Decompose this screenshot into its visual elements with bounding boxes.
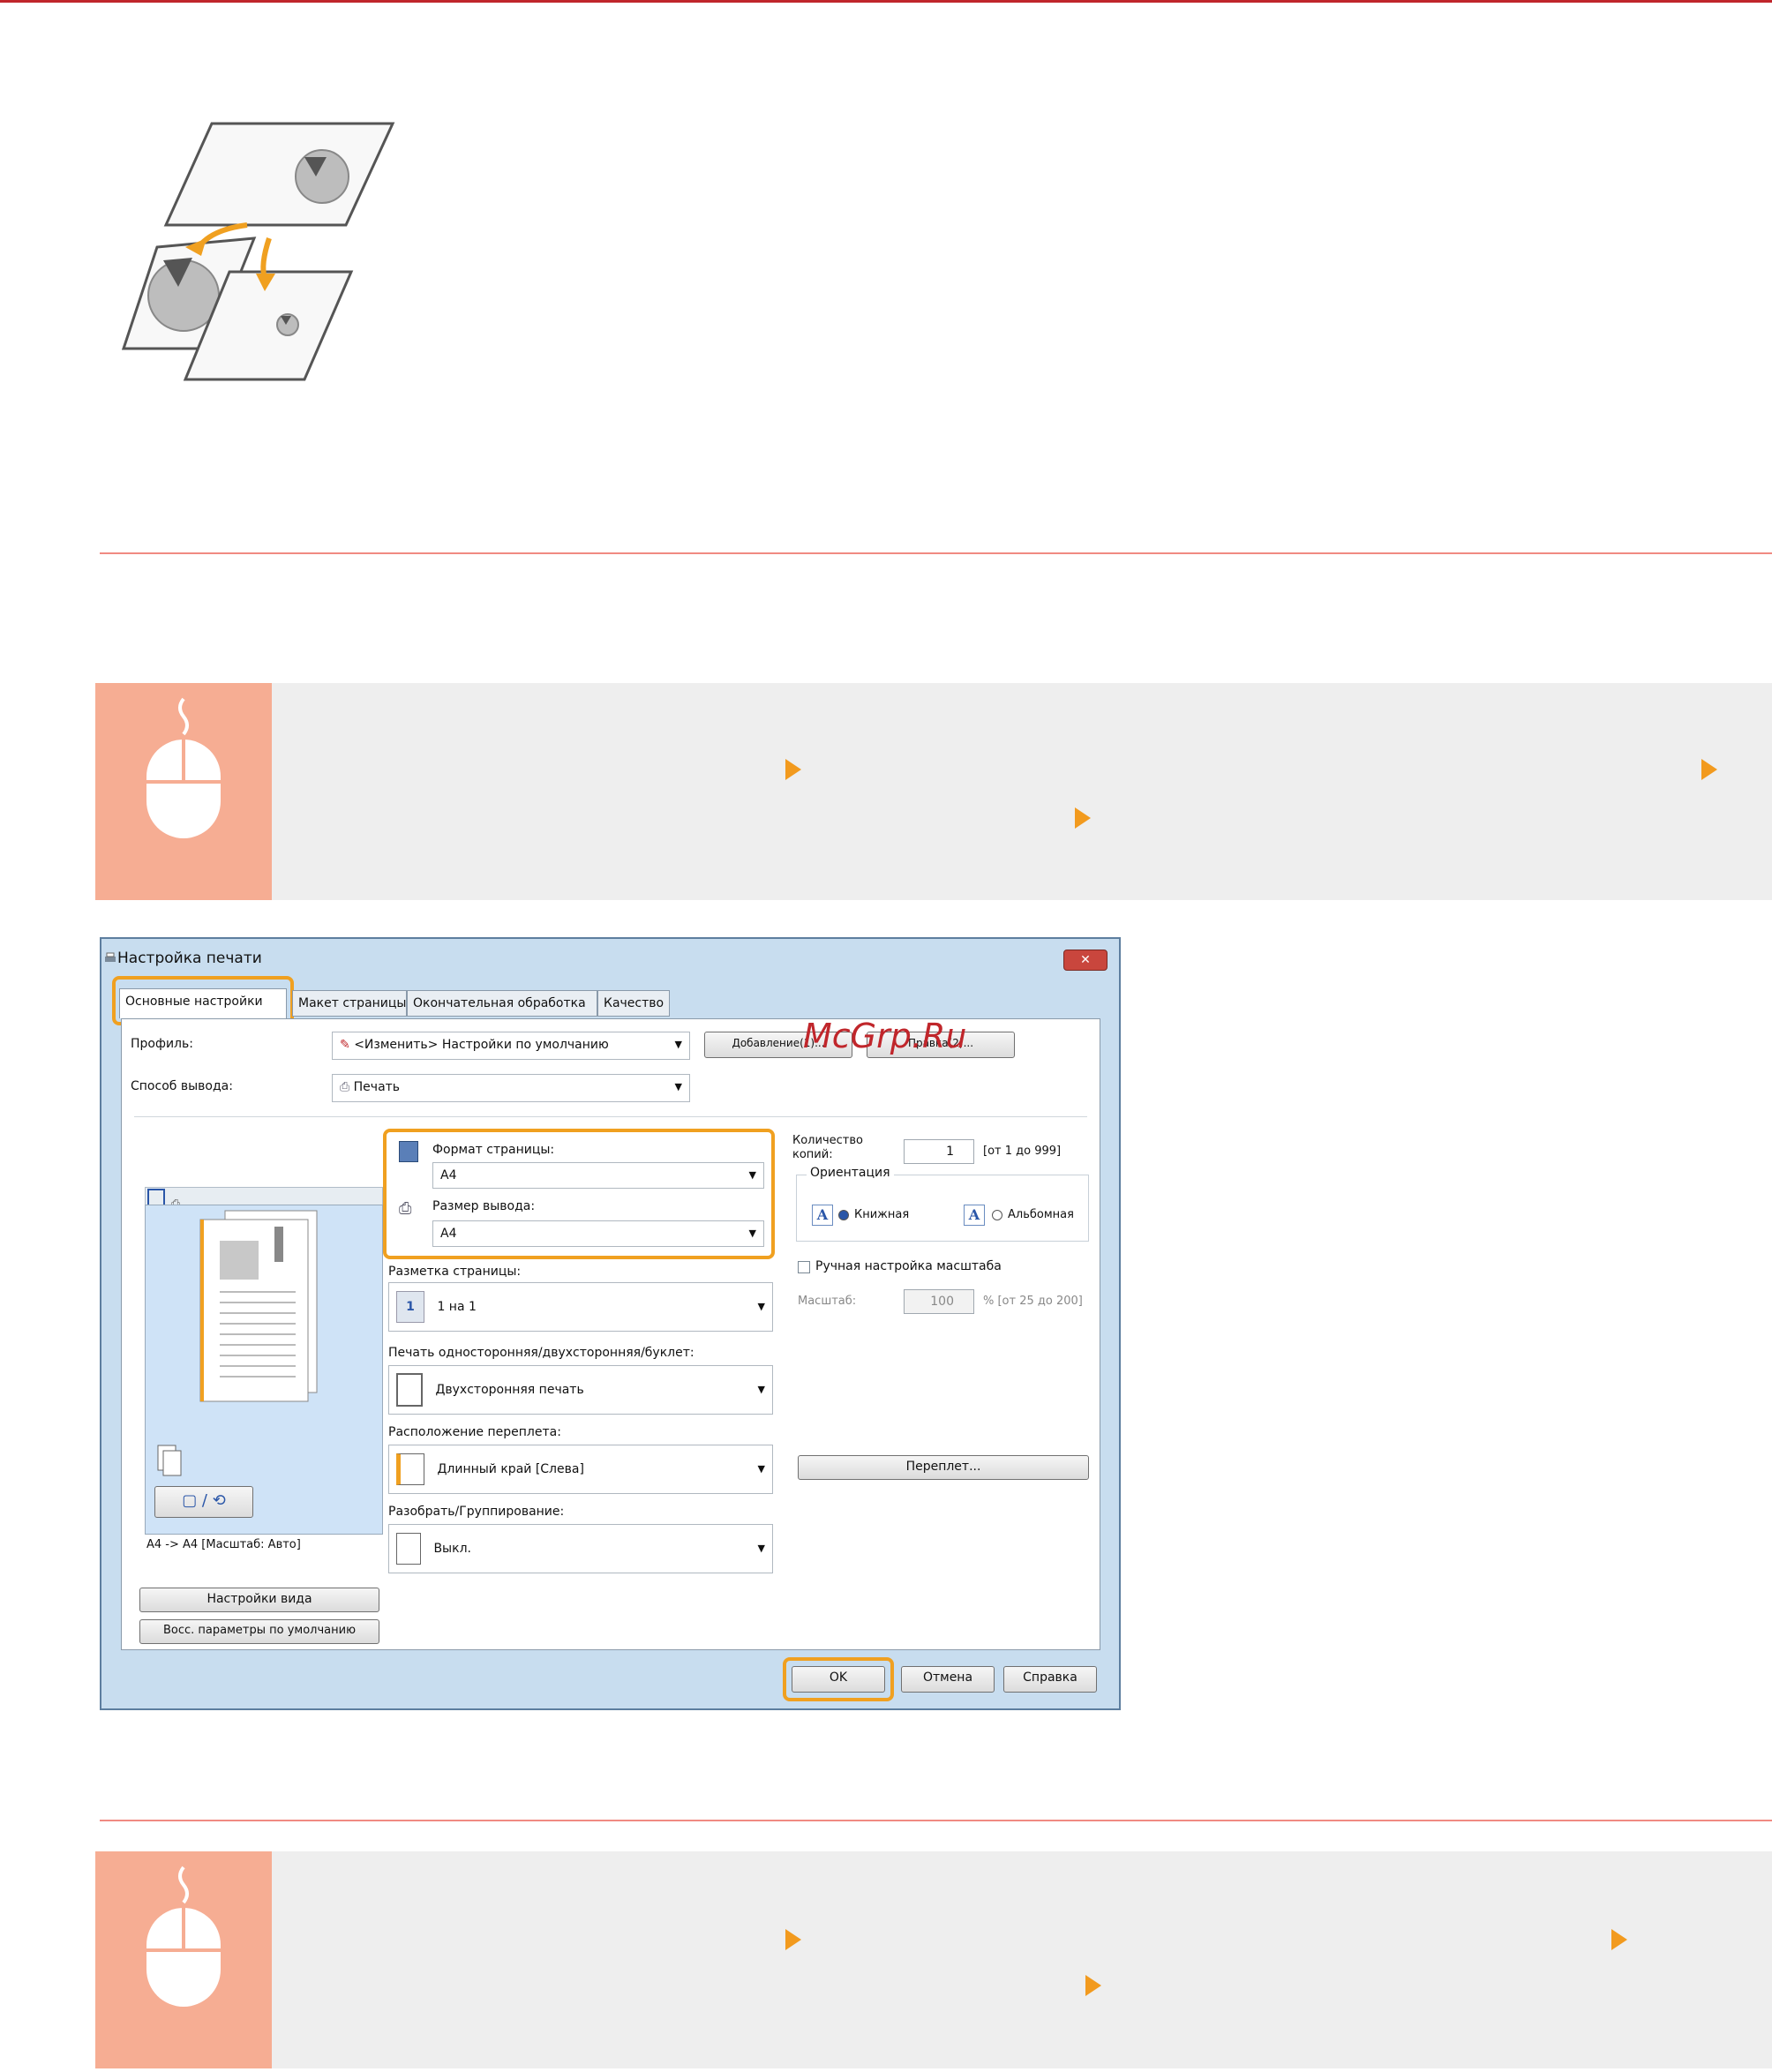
output-size-label: Размер вывода: — [432, 1199, 536, 1213]
portrait-icon: A — [812, 1205, 833, 1226]
document-preview-icon — [157, 1210, 318, 1476]
section-divider — [100, 552, 1772, 554]
portrait-radio[interactable] — [838, 1210, 849, 1220]
preview-caption: A4 -> A4 [Масштаб: Авто] — [146, 1538, 301, 1551]
landscape-icon: A — [964, 1205, 985, 1226]
landscape-label: Альбомная — [1008, 1208, 1074, 1221]
portrait-label: Книжная — [854, 1208, 910, 1221]
step-arrow-icon — [785, 1929, 801, 1950]
profile-select[interactable]: ✎ <Изменить> Настройки по умолчанию ▼ — [332, 1032, 690, 1060]
copies-range: [от 1 до 999] — [983, 1145, 1062, 1158]
duplex-value: Двухсторонняя печать — [435, 1383, 584, 1397]
tab-quality[interactable]: Качество — [597, 990, 670, 1017]
restore-defaults-button[interactable]: Восс. параметры по умолчанию — [139, 1619, 379, 1644]
watermark: McGrp.Ru — [803, 1017, 967, 1055]
scale-range: % [от 25 до 200] — [983, 1295, 1083, 1308]
binding-icon — [396, 1453, 424, 1485]
landscape-radio[interactable] — [992, 1210, 1002, 1220]
page-size-icon — [399, 1141, 418, 1162]
divider — [134, 1116, 1087, 1117]
chevron-down-icon: ▼ — [757, 1384, 765, 1395]
binding-location-select[interactable]: Длинный край [Слева] ▼ — [388, 1445, 773, 1494]
binding-button[interactable]: Переплет... — [798, 1455, 1089, 1480]
binding-location-label: Расположение переплета: — [388, 1425, 561, 1439]
chevron-down-icon: ▼ — [757, 1463, 765, 1475]
printer-icon: ⎙ — [340, 1080, 350, 1094]
page-size-value: A4 — [440, 1168, 457, 1182]
step-arrow-icon — [1085, 1975, 1101, 1996]
mouse-step-panel — [95, 683, 272, 900]
manual-scale-checkbox[interactable] — [798, 1261, 810, 1273]
print-settings-dialog: Настройка печати ✕ Основные настройки Ма… — [100, 937, 1121, 1710]
scaling-illustration — [121, 122, 395, 381]
profile-label: Профиль: — [131, 1037, 193, 1051]
output-method-label: Способ вывода: — [131, 1079, 233, 1093]
step-arrow-icon — [1701, 759, 1717, 780]
page-size-select[interactable]: A4 ▼ — [432, 1162, 764, 1189]
page-view-icon[interactable] — [147, 1189, 165, 1206]
output-method-select[interactable]: ⎙ Печать ▼ — [332, 1074, 690, 1102]
tab-panel: Профиль: ✎ <Изменить> Настройки по умолч… — [121, 1018, 1100, 1650]
collate-icon — [396, 1533, 421, 1565]
duplex-label: Печать односторонняя/двухсторонняя/букле… — [388, 1346, 695, 1360]
top-rule — [0, 0, 1772, 3]
view-settings-button[interactable]: Настройки вида — [139, 1588, 379, 1612]
tab-page-layout[interactable]: Макет страницы — [292, 990, 407, 1017]
output-size-value: A4 — [440, 1227, 457, 1241]
binding-location-value: Длинный край [Слева] — [437, 1462, 584, 1476]
manual-scale-label: Ручная настройка масштаба — [815, 1259, 1002, 1273]
copies-spinner[interactable]: 1 — [904, 1139, 974, 1164]
mouse-icon — [146, 1866, 221, 2007]
tab-finishing[interactable]: Окончательная обработка — [407, 990, 597, 1017]
chevron-down-icon: ▼ — [748, 1169, 756, 1181]
step-arrow-icon — [1075, 807, 1091, 829]
collate-value: Выкл. — [433, 1542, 471, 1556]
mouse-icon — [146, 697, 221, 838]
chevron-down-icon: ▼ — [674, 1039, 682, 1050]
step-box — [95, 683, 1772, 900]
page-preview: ▢ / ⟲ — [145, 1205, 383, 1535]
collate-select[interactable]: Выкл. ▼ — [388, 1524, 773, 1573]
ok-highlight — [783, 1657, 894, 1701]
step-box — [95, 1851, 1772, 2068]
scale-label: Масштаб: — [798, 1295, 857, 1308]
dialog-title: Настройка печати — [117, 950, 262, 967]
page-layout-value: 1 на 1 — [437, 1300, 477, 1314]
output-method-value: Печать — [353, 1080, 401, 1094]
page-layout-label: Разметка страницы: — [388, 1265, 522, 1279]
printer-icon — [105, 952, 116, 962]
output-size-icon: ⎙ — [399, 1199, 412, 1218]
scale-spinner[interactable]: 100 — [904, 1289, 974, 1314]
page-size-label: Формат страницы: — [432, 1143, 555, 1157]
duplex-select[interactable]: Двухсторонняя печать ▼ — [388, 1365, 773, 1415]
output-size-select[interactable]: A4 ▼ — [432, 1220, 764, 1247]
section-divider — [100, 1820, 1772, 1821]
mouse-step-panel — [95, 1851, 272, 2068]
pencil-icon: ✎ — [340, 1038, 350, 1052]
help-button[interactable]: Справка — [1003, 1666, 1097, 1693]
page-layout-select[interactable]: 1 1 на 1 ▼ — [388, 1282, 773, 1332]
source-page-icon — [163, 122, 395, 227]
chevron-down-icon: ▼ — [757, 1543, 765, 1554]
preview-toggle-button[interactable]: ▢ / ⟲ — [154, 1486, 253, 1518]
profile-value: <Изменить> Настройки по умолчанию — [354, 1038, 609, 1052]
layout-1up-icon: 1 — [396, 1291, 424, 1323]
orientation-label: Ориентация — [807, 1166, 894, 1180]
copies-label: Количество копий: — [792, 1134, 863, 1161]
cancel-button[interactable]: Отмена — [901, 1666, 995, 1693]
chevron-down-icon: ▼ — [757, 1301, 765, 1312]
preview-toolbar: ⎙ — [145, 1187, 383, 1211]
chevron-down-icon: ▼ — [748, 1227, 756, 1239]
collate-label: Разобрать/Группирование: — [388, 1505, 565, 1519]
step-arrow-icon — [1611, 1929, 1627, 1950]
chevron-down-icon: ▼ — [674, 1081, 682, 1092]
duplex-icon — [396, 1373, 423, 1407]
step-arrow-icon — [785, 759, 801, 780]
close-button[interactable]: ✕ — [1063, 950, 1108, 971]
